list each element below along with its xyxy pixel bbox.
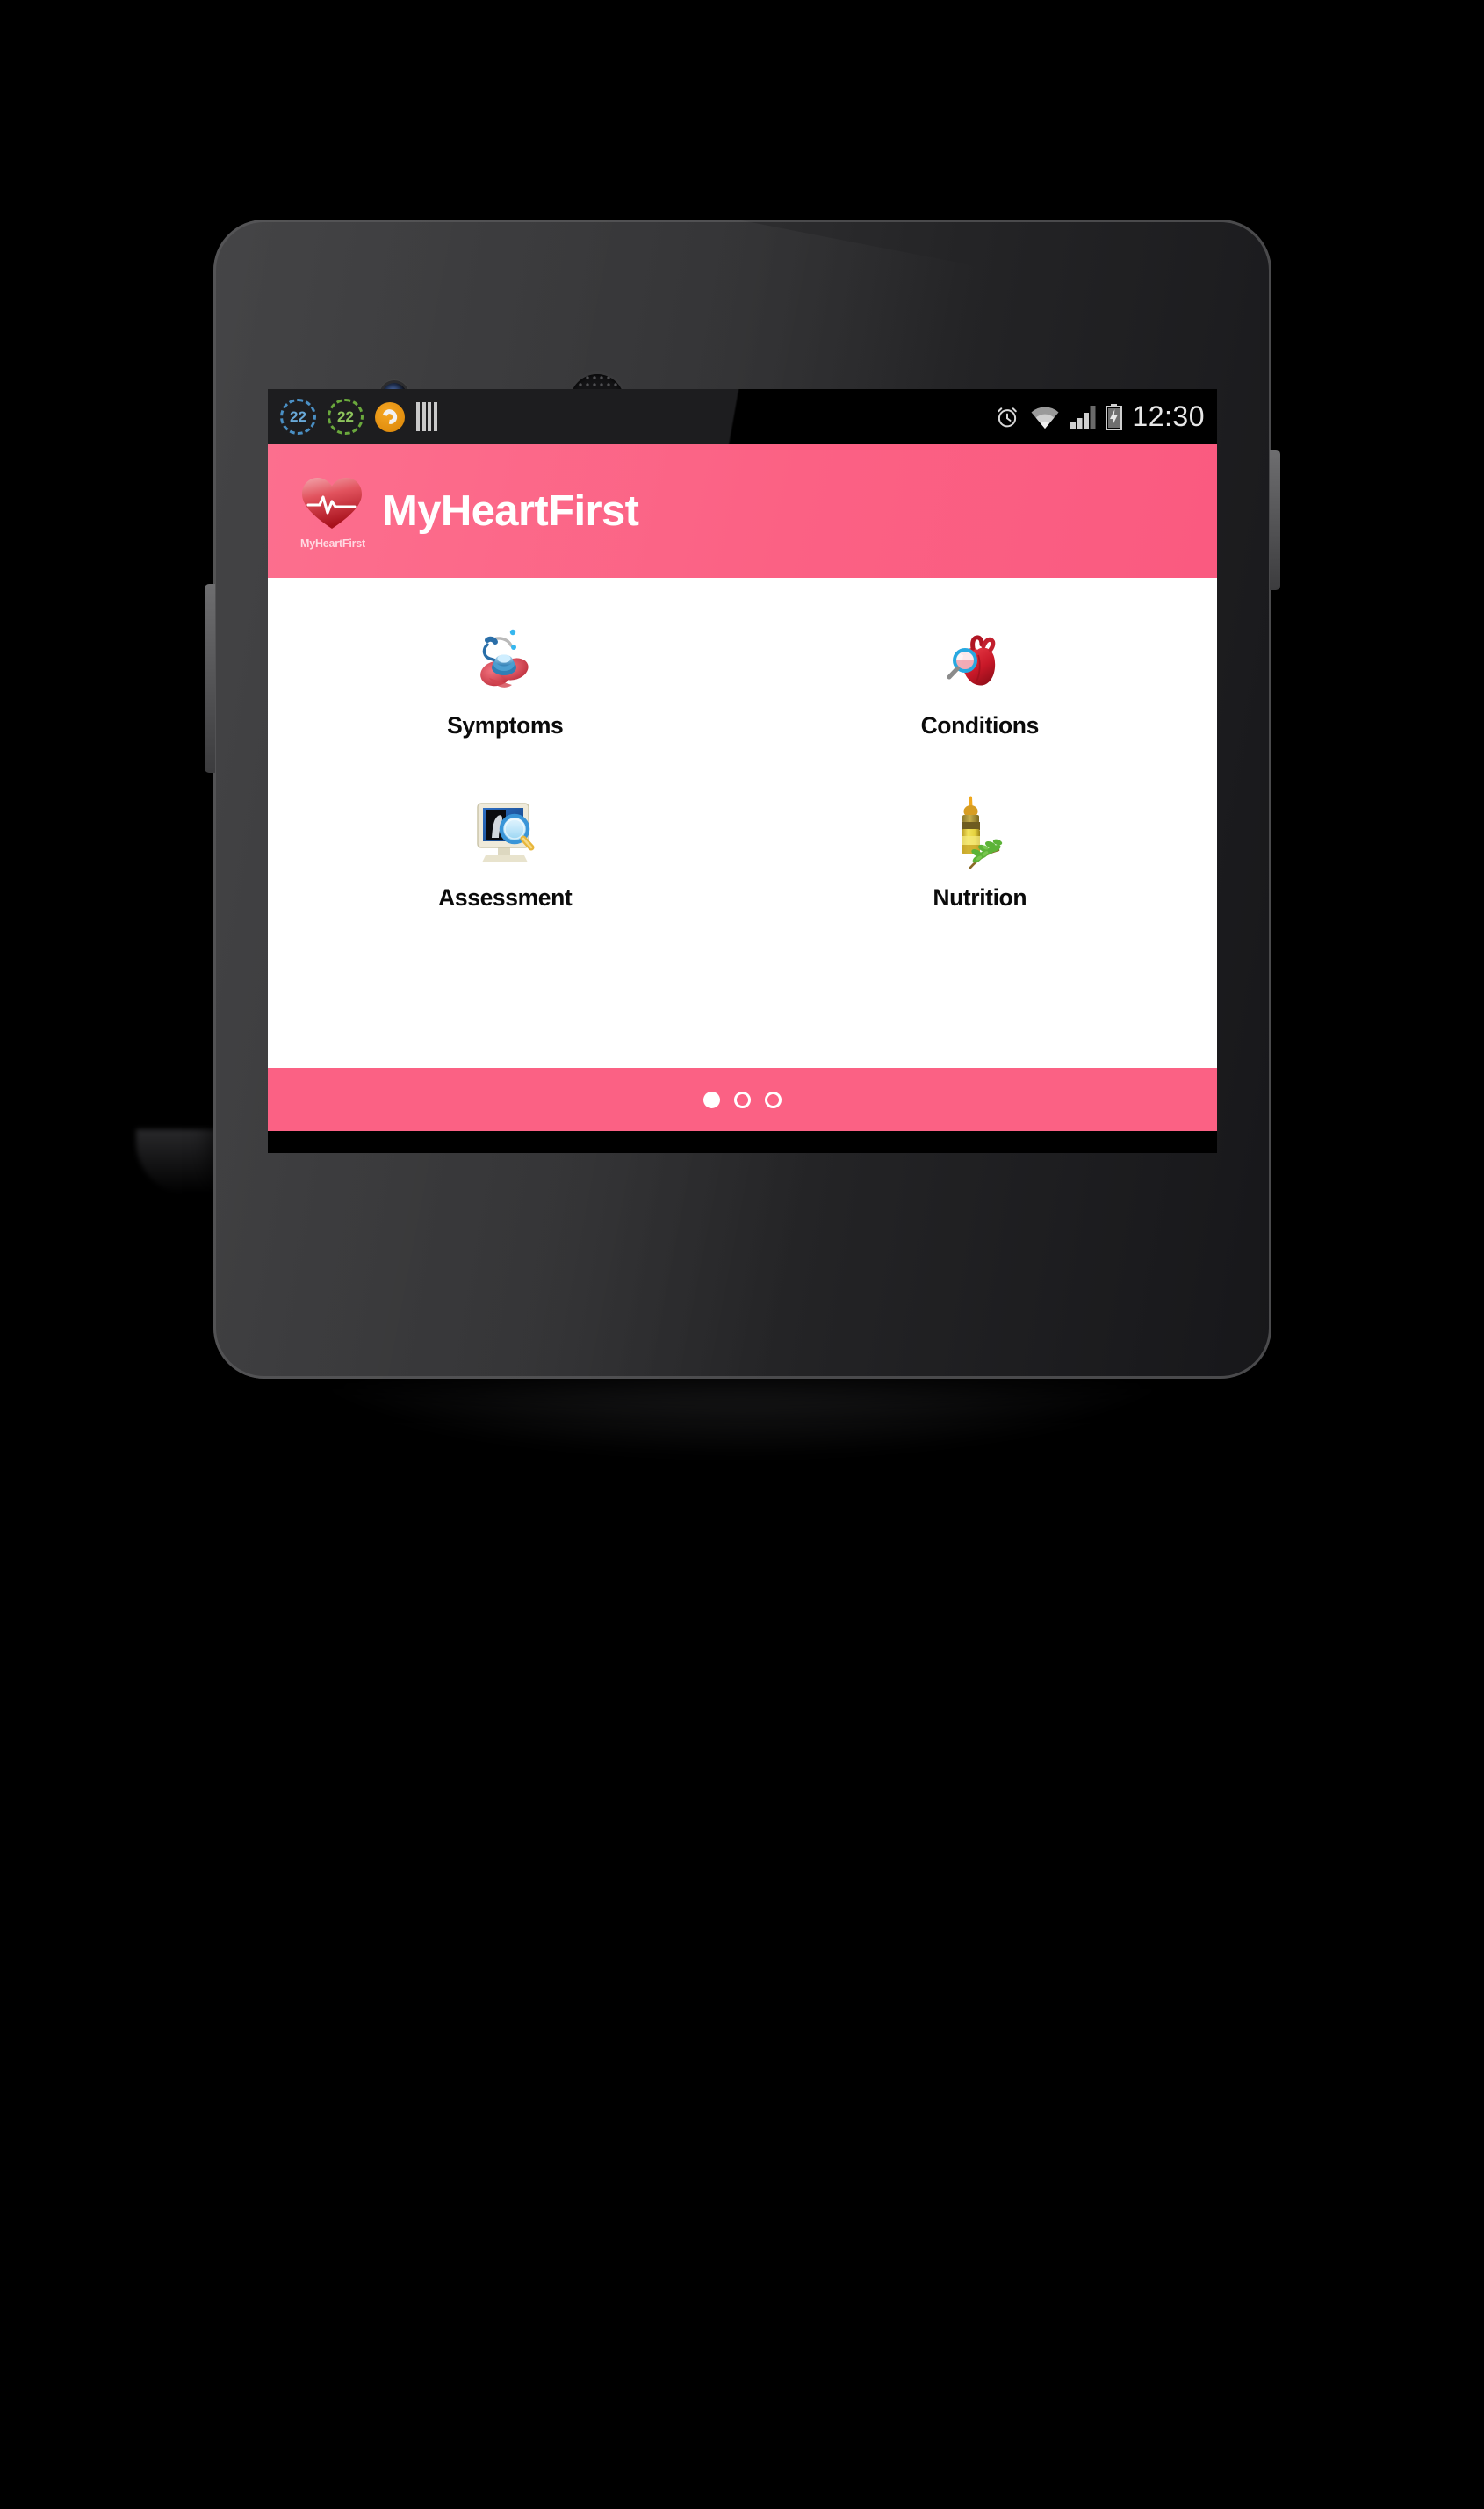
feature-grid-row-2: Assessment Nutrition <box>268 790 1217 912</box>
grid-item-nutrition[interactable]: Nutrition <box>743 790 1218 912</box>
heart-logo-icon <box>302 478 362 529</box>
grid-item-label: Nutrition <box>933 884 1027 911</box>
badge-22-green-icon: 22 <box>328 399 364 435</box>
status-bar: 22 22 12:30 <box>268 389 1217 444</box>
stethoscope-heart-icon <box>463 618 547 703</box>
alarm-icon <box>998 407 1018 427</box>
status-bar-notifications: 22 22 <box>280 399 437 435</box>
grid-item-label: Symptoms <box>447 712 564 739</box>
page-dot-2[interactable] <box>734 1091 751 1108</box>
feature-grid: Symptoms Conditions Assessment Nutrition <box>268 618 1217 912</box>
phone-screen: 22 22 12:30 MyHeartFirst MyHeartFirst Sy… <box>268 389 1217 1153</box>
phone-device: 22 22 12:30 MyHeartFirst MyHeartFirst Sy… <box>205 220 1280 1379</box>
power-button[interactable] <box>1270 450 1280 590</box>
android-navigation-bar <box>268 1131 1217 1153</box>
volume-button[interactable] <box>205 584 215 773</box>
grid-item-conditions[interactable]: Conditions <box>743 618 1218 739</box>
badge-22-blue-icon: 22 <box>280 399 316 435</box>
back-button[interactable] <box>268 1131 584 1153</box>
orange-app-icon <box>375 401 405 432</box>
app-title: MyHeartFirst <box>382 487 639 535</box>
app-logo-caption: MyHeartFirst <box>299 537 365 550</box>
recents-button[interactable] <box>901 1131 1217 1153</box>
badge-22-blue-label: 22 <box>290 408 306 425</box>
wifi-icon <box>1031 406 1059 429</box>
anatomical-heart-magnifier-icon <box>938 618 1022 703</box>
page-dot-3[interactable] <box>765 1091 782 1108</box>
main-content: Symptoms Conditions Assessment Nutrition <box>268 578 1217 1068</box>
status-bar-clock: 12:30 <box>1132 400 1205 432</box>
page-indicator <box>268 1068 1217 1131</box>
bars-icon <box>416 402 437 431</box>
app-logo: MyHeartFirst <box>292 471 373 552</box>
monitor-magnifier-icon <box>463 790 547 875</box>
cellular-signal-icon <box>1070 405 1096 429</box>
grid-item-label: Assessment <box>438 884 573 911</box>
page-dot-1[interactable] <box>703 1091 720 1108</box>
grid-item-assessment[interactable]: Assessment <box>268 790 743 912</box>
status-bar-system-icons: 12:30 <box>994 400 1205 433</box>
home-button[interactable] <box>584 1131 900 1153</box>
supplement-bottle-leaf-icon <box>938 790 1022 875</box>
feature-grid-row-1: Symptoms Conditions <box>268 618 1217 739</box>
app-bar: MyHeartFirst MyHeartFirst <box>268 444 1217 578</box>
grid-item-label: Conditions <box>920 712 1040 739</box>
badge-22-green-label: 22 <box>337 408 354 425</box>
battery-charging-icon <box>1106 403 1123 430</box>
grid-item-symptoms[interactable]: Symptoms <box>268 618 743 739</box>
